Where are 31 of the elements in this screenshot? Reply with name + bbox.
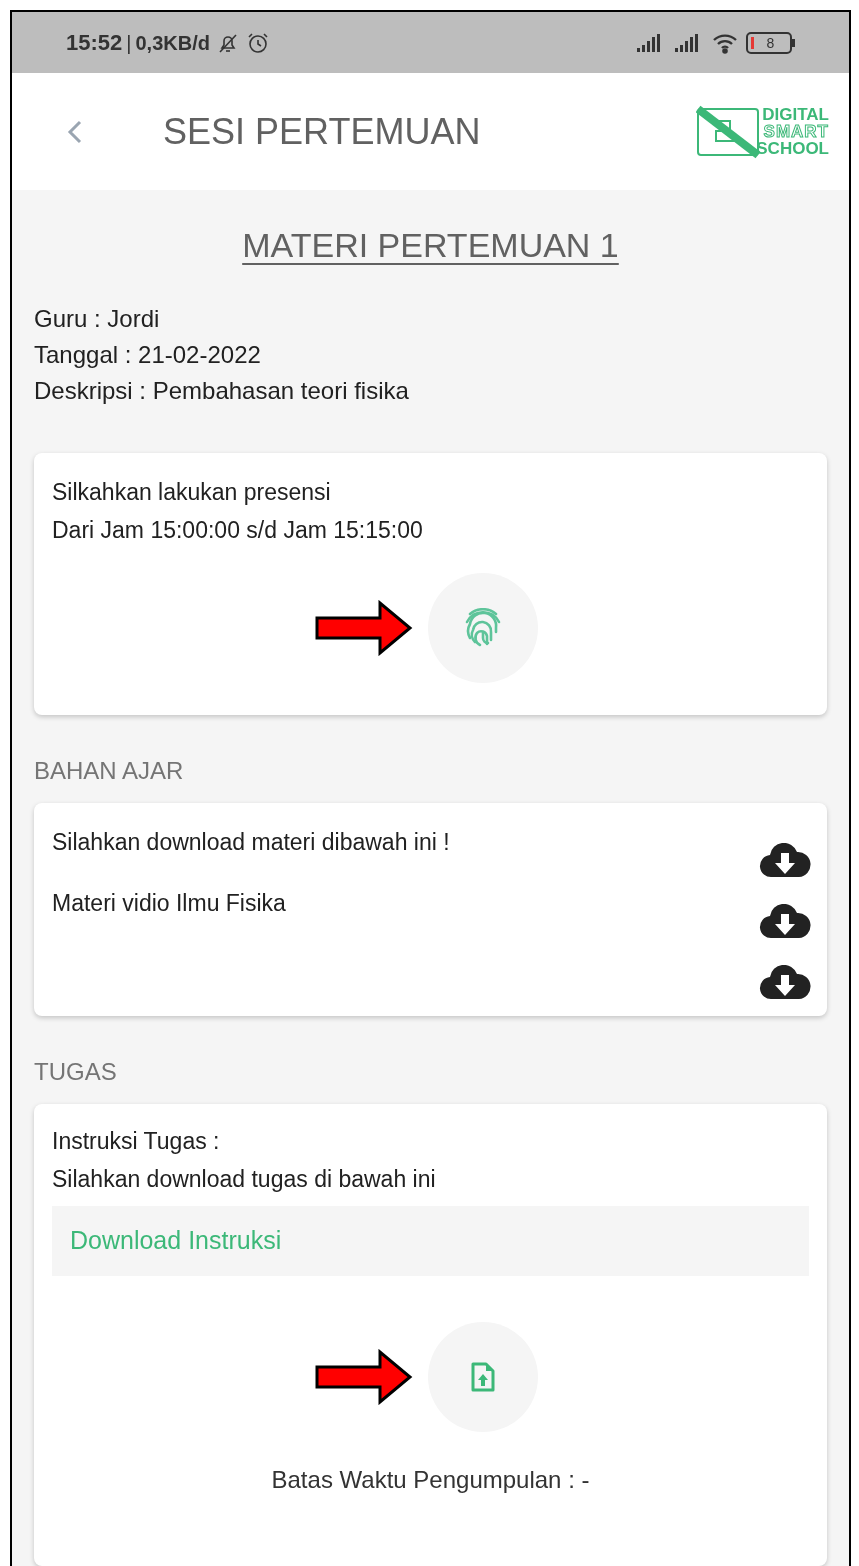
section-heading: TUGAS — [34, 1057, 118, 1087]
deadline-text: Batas Waktu Pengumpulan : - — [271, 1465, 590, 1495]
material-text: Materi vidio Ilmu Fisika — [52, 889, 287, 918]
battery-icon: 8 — [746, 31, 795, 54]
status-time: 15:52 — [66, 29, 123, 58]
status-separator: | — [126, 30, 132, 56]
logo-text: SMART — [763, 123, 829, 141]
arrow-icon — [313, 1349, 414, 1405]
cloud-download-icon[interactable] — [759, 965, 811, 1001]
page-title: SESI PERTEMUAN — [163, 109, 481, 154]
attendance-text: Silkahkan lakukan presensi — [52, 478, 332, 507]
download-link[interactable]: Download Instruksi — [52, 1206, 809, 1276]
wifi-icon — [712, 31, 738, 54]
info-text: Tanggal : 21-02-2022 — [34, 340, 262, 370]
arrow-icon — [313, 600, 414, 656]
file-upload-icon — [470, 1362, 495, 1392]
instruction-text: Silahkan download tugas di bawah ini — [52, 1165, 437, 1194]
data-rate: 0,3KB/d — [135, 30, 210, 56]
instruction-text: Instruksi Tugas : — [52, 1127, 221, 1156]
meeting-title: MATERI PERTEMUAN 1 — [242, 225, 619, 266]
cloud-download-icon[interactable] — [759, 904, 811, 940]
cloud-download-icon[interactable] — [759, 843, 811, 879]
attendance-text: Dari Jam 15:00:00 s/d Jam 15:15:00 — [52, 516, 424, 545]
logo-text: SCHOOL — [756, 140, 829, 158]
section-heading: BAHAN AJAR — [34, 756, 185, 786]
material-text: Silahkan download materi dibawah ini ! — [52, 828, 451, 857]
info-text: Deskripsi : Pembahasan teori fisika — [34, 376, 410, 406]
logo-text: DIGITAL — [762, 106, 829, 124]
info-text: Guru : Jordi — [34, 304, 161, 334]
logo-icon — [696, 104, 761, 159]
fingerprint-icon — [463, 608, 502, 648]
